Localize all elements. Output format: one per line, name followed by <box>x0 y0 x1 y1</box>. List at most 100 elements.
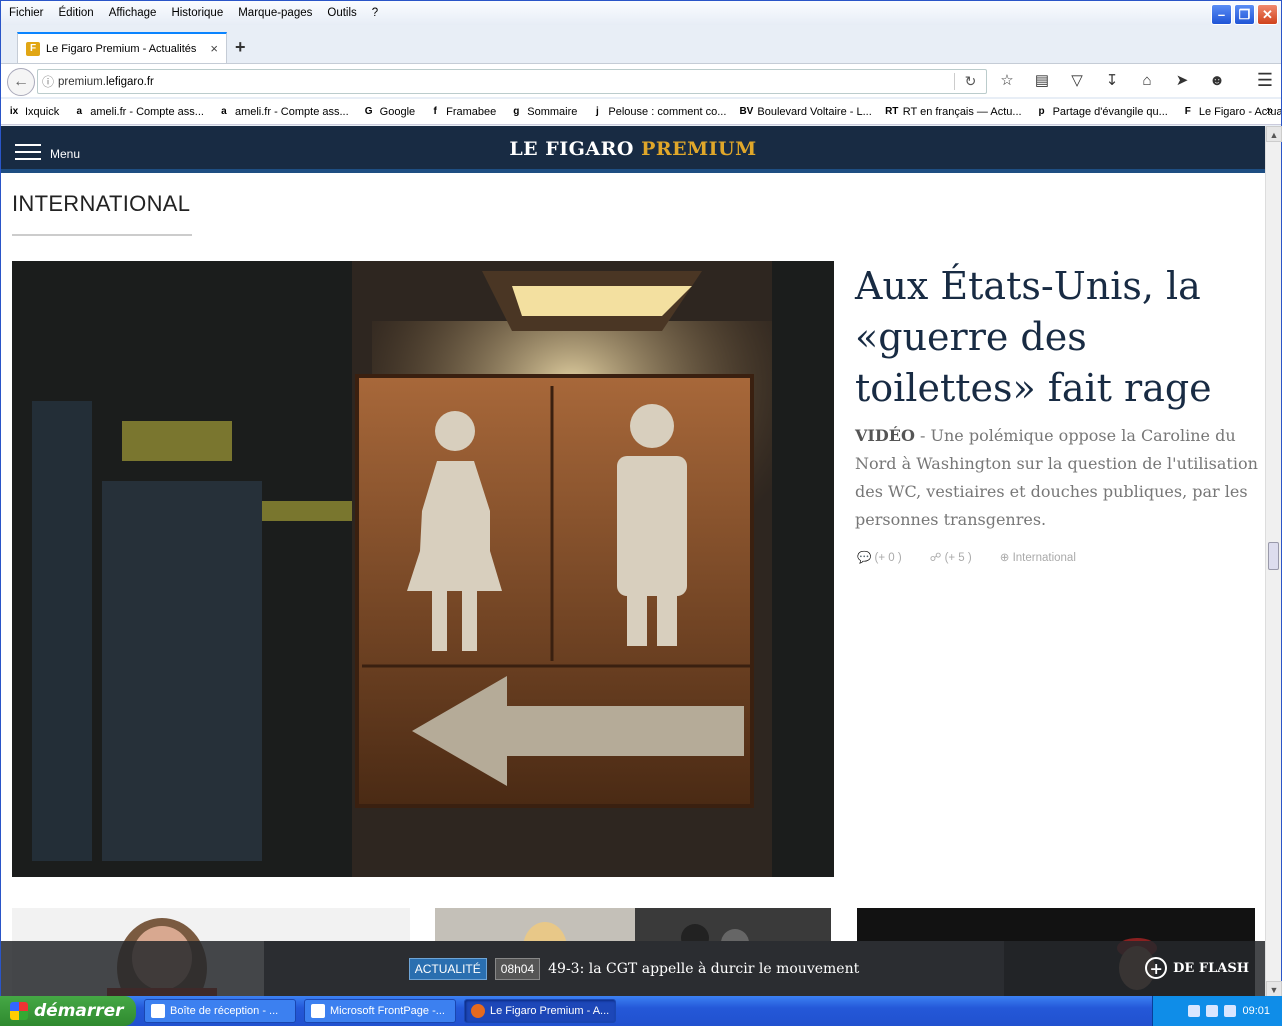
article-summary: - Une polémique oppose la Caroline du No… <box>855 426 1258 529</box>
share-icon: ☍ <box>929 552 942 564</box>
bookmark-favicon-icon: ix <box>9 106 19 117</box>
task-firefox[interactable]: Le Figaro Premium - A... <box>464 999 616 1023</box>
reload-icon[interactable]: ↻ <box>954 73 986 90</box>
logo-main: LE FIGARO <box>509 138 642 160</box>
system-tray: 09:01 <box>1152 996 1282 1026</box>
bookmarks-overflow-icon[interactable]: » <box>1266 103 1273 117</box>
scroll-thumb[interactable] <box>1268 542 1279 570</box>
shares-link[interactable]: ☍ (+ 5 ) <box>930 550 972 564</box>
browser-window: Fichier Édition Affichage Historique Mar… <box>0 0 1282 997</box>
comments-link[interactable]: 💬 (+ 0 ) <box>857 550 902 564</box>
bookmark-favicon-icon: g <box>513 106 520 117</box>
section-underline <box>12 234 192 236</box>
task-frontpage[interactable]: Microsoft FrontPage -... <box>304 999 456 1023</box>
url-bar[interactable]: ⓘ premium.lefigaro.fr ↻ <box>37 69 987 94</box>
smiley-icon[interactable]: ☻ <box>1207 69 1227 91</box>
article-meta: 💬 (+ 0 ) ☍ (+ 5 ) ⊕ International <box>857 550 1076 564</box>
task-inbox[interactable]: Boîte de réception - ... <box>144 999 296 1023</box>
frontpage-app-icon <box>311 1004 325 1018</box>
vertical-scrollbar[interactable]: ▲ ▼ <box>1265 126 1282 997</box>
volume-icon[interactable] <box>1206 1005 1219 1017</box>
start-label: démarrer <box>34 1001 124 1021</box>
menu-help[interactable]: ? <box>372 7 378 19</box>
bookmark-star-icon[interactable]: ☆ <box>997 69 1017 91</box>
back-button[interactable]: ← <box>7 68 35 96</box>
bookmark-item[interactable]: ix Ixquick <box>7 105 59 119</box>
shares-count: (+ 5 ) <box>944 552 972 564</box>
window-controls: – ❐ ✕ <box>1211 4 1278 25</box>
bookmark-item[interactable]: g Sommaire <box>509 105 577 119</box>
menu-affichage[interactable]: Affichage <box>109 7 157 19</box>
plus-circle-icon: ⊕ <box>999 552 1010 564</box>
scroll-down-icon[interactable]: ▼ <box>1266 981 1282 997</box>
pocket-icon[interactable]: ▽ <box>1067 69 1087 91</box>
bookmark-favicon-icon: RT <box>885 106 899 117</box>
bookmark-item[interactable]: f Framabee <box>428 105 496 119</box>
bookmark-item[interactable]: RT RT en français — Actu... <box>885 105 1022 119</box>
bookmark-favicon-icon: G <box>364 106 373 117</box>
flash-content[interactable]: ACTUALITÉ 08h04 49-3: la CGT appelle à d… <box>264 941 1004 997</box>
article-hero-image[interactable] <box>12 261 834 877</box>
scroll-up-icon[interactable]: ▲ <box>1266 126 1282 142</box>
restore-icon[interactable]: ❐ <box>1234 4 1255 25</box>
navigation-bar: ← ⓘ premium.lefigaro.fr ↻ ☆ ▤ ▽ ↧ ⌂ ➤ ☻ … <box>1 63 1281 97</box>
bookmark-label: Pelouse : comment co... <box>608 105 727 118</box>
site-logo[interactable]: LE FIGARO PREMIUM <box>1 138 1265 160</box>
bookmark-favicon-icon: BV <box>739 106 754 117</box>
menu-outils[interactable]: Outils <box>327 7 356 19</box>
task-label: Microsoft FrontPage -... <box>330 1005 445 1017</box>
windows-flag-icon <box>10 1002 28 1020</box>
more-flash-label: DE FLASH <box>1173 960 1249 976</box>
plus-icon: + <box>1145 957 1168 979</box>
comment-icon: 💬 <box>857 552 872 564</box>
category-link[interactable]: ⊕ International <box>1000 550 1076 564</box>
category-label: International <box>1012 552 1076 564</box>
menu-marque-pages[interactable]: Marque-pages <box>238 7 312 19</box>
task-label: Boîte de réception - ... <box>170 1005 279 1017</box>
url-prefix: premium. <box>58 75 106 88</box>
bookmark-label: ameli.fr - Compte ass... <box>234 105 349 118</box>
minimize-icon[interactable]: – <box>1211 4 1232 25</box>
restroom-sign-photo <box>12 261 834 877</box>
site-header: Menu LE FIGARO PREMIUM <box>1 126 1265 173</box>
reading-list-icon[interactable]: ▤ <box>1032 69 1052 91</box>
send-icon[interactable]: ➤ <box>1172 69 1192 91</box>
tab-bar: F Le Figaro Premium - Actualités × + <box>1 29 1281 63</box>
site-info-icon[interactable]: ⓘ <box>38 73 58 90</box>
bookmark-item[interactable]: BV Boulevard Voltaire - L... <box>739 105 871 119</box>
flash-text[interactable]: 49-3: la CGT appelle à durcir le mouveme… <box>548 961 859 977</box>
bookmark-label: Framabee <box>446 105 497 118</box>
more-flash-button[interactable]: + DE FLASH <box>1145 957 1249 979</box>
bookmark-favicon-icon: f <box>433 106 437 117</box>
bookmark-item[interactable]: a ameli.fr - Compte ass... <box>72 105 203 119</box>
bookmark-item[interactable]: a ameli.fr - Compte ass... <box>217 105 349 119</box>
bookmark-label: RT en français — Actu... <box>902 105 1022 118</box>
menu-fichier[interactable]: Fichier <box>9 7 44 19</box>
bookmark-item[interactable]: G Google <box>362 105 415 119</box>
download-icon[interactable]: ↧ <box>1102 69 1122 91</box>
security-icon[interactable] <box>1224 1005 1237 1017</box>
close-tab-icon[interactable]: × <box>210 41 218 56</box>
bookmark-label: Sommaire <box>527 105 578 118</box>
tab-le-figaro[interactable]: F Le Figaro Premium - Actualités × <box>17 32 227 63</box>
hamburger-menu-icon[interactable]: ☰ <box>1257 70 1273 91</box>
start-button[interactable]: démarrer <box>0 996 136 1026</box>
home-icon[interactable]: ⌂ <box>1137 69 1157 91</box>
menu-historique[interactable]: Historique <box>171 7 223 19</box>
new-tab-button[interactable]: + <box>235 37 246 58</box>
bookmark-label: Boulevard Voltaire - L... <box>757 105 872 118</box>
windows-taskbar: démarrer Boîte de réception - ... Micros… <box>0 996 1282 1026</box>
bookmark-favicon-icon: p <box>1038 106 1045 117</box>
back-arrow-icon: ← <box>13 73 29 90</box>
menu-edition[interactable]: Édition <box>59 7 94 19</box>
bookmark-label: Google <box>379 105 416 118</box>
menu-bar: Fichier Édition Affichage Historique Mar… <box>1 1 1281 25</box>
section-title: INTERNATIONAL <box>12 191 191 216</box>
article-title[interactable]: Aux États-Unis, la «guerre des toilettes… <box>855 261 1255 414</box>
network-icon[interactable] <box>1188 1005 1201 1017</box>
bookmark-item[interactable]: j Pelouse : comment co... <box>590 105 726 119</box>
bookmark-item[interactable]: p Partage d'évangile qu... <box>1035 105 1168 119</box>
url-text[interactable]: premium.lefigaro.fr <box>58 76 954 88</box>
close-window-icon[interactable]: ✕ <box>1257 4 1278 25</box>
bookmark-favicon-icon: a <box>76 106 83 117</box>
